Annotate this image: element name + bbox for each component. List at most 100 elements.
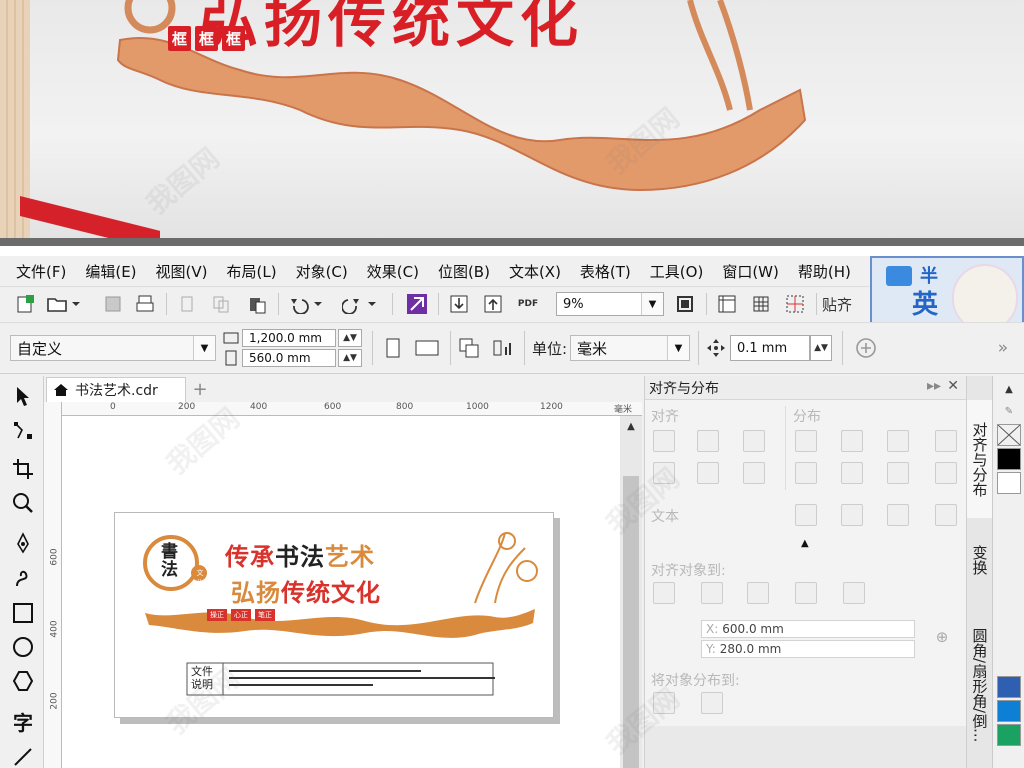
add-preset-icon[interactable] [852, 335, 880, 361]
nudge-distance-input[interactable]: 0.1 mm [730, 335, 810, 361]
menu-help[interactable]: 帮助(H) [798, 261, 851, 282]
menu-bitmaps[interactable]: 位图(B) [438, 261, 490, 282]
distribute-center-h-icon[interactable] [841, 430, 863, 452]
distribute-bottom-icon[interactable] [935, 462, 957, 484]
tab-fillet-scallop-chamfer[interactable]: 圆角/扇形角/倒... [967, 602, 993, 768]
shape-tool-icon[interactable] [8, 416, 38, 446]
menu-edit[interactable]: 编辑(E) [85, 261, 136, 282]
align-to-page-center-icon[interactable] [747, 582, 769, 604]
all-pages-icon[interactable] [456, 335, 482, 361]
align-center-h-icon[interactable] [697, 430, 719, 452]
color-swatch-black[interactable] [997, 448, 1021, 470]
tab-transform[interactable]: 变换 [967, 526, 993, 594]
distribute-spacing-h-icon[interactable] [887, 430, 909, 452]
current-page-icon[interactable] [490, 335, 516, 361]
document-tab[interactable]: 书法艺术.cdr [46, 377, 186, 402]
align-to-point-icon[interactable] [843, 582, 865, 604]
landscape-icon[interactable] [412, 335, 442, 361]
palette-scroll-up-icon[interactable]: ▲ [1001, 382, 1017, 396]
portrait-icon[interactable] [382, 335, 404, 361]
align-to-page-edge-icon[interactable] [701, 582, 723, 604]
target-icon[interactable]: ⊕ [931, 626, 953, 648]
color-swatch-green[interactable] [997, 724, 1021, 746]
menu-view[interactable]: 视图(V) [156, 261, 208, 282]
menu-file[interactable]: 文件(F) [16, 261, 66, 282]
distribute-center-v-icon[interactable] [841, 462, 863, 484]
height-spinner[interactable]: ▲▼ [338, 349, 362, 367]
collapse-icon[interactable]: ▸▸ [927, 378, 941, 394]
expand-section-icon[interactable]: ▲ [801, 538, 809, 549]
align-left-icon[interactable] [653, 430, 675, 452]
import-icon[interactable] [404, 291, 430, 317]
menu-layout[interactable]: 布局(L) [227, 261, 277, 282]
menu-window[interactable]: 窗口(W) [722, 261, 779, 282]
page-size-dropdown[interactable]: 自定义 ▼ [10, 335, 216, 361]
horizontal-ruler[interactable]: 0 200 400 600 800 1000 1200 毫米 [62, 402, 642, 416]
menu-effects[interactable]: 效果(C) [367, 261, 419, 282]
publish-pdf-icon[interactable]: PDF [514, 291, 542, 317]
undo-icon[interactable] [286, 291, 326, 317]
menu-table[interactable]: 表格(T) [580, 261, 631, 282]
align-to-grid-icon[interactable] [795, 582, 817, 604]
drawing-canvas[interactable]: 書 法 文化 传承书法艺术 弘扬传统文化 操正 心正 笔正 文件 说明 [62, 416, 620, 768]
ellipse-tool-icon[interactable] [8, 632, 38, 662]
line-tool-icon[interactable] [8, 742, 38, 768]
text-baseline-icon[interactable] [795, 504, 817, 526]
new-tab-icon[interactable]: + [190, 378, 210, 400]
distribute-left-icon[interactable] [795, 430, 817, 452]
print-icon[interactable] [132, 291, 158, 317]
vertical-scrollbar[interactable]: ▲ [620, 416, 642, 768]
menu-text[interactable]: 文本(X) [509, 261, 561, 282]
page-width-input[interactable]: 1,200.0 mm [242, 329, 336, 347]
page-height-input[interactable]: 560.0 mm [242, 349, 336, 367]
units-dropdown[interactable]: 毫米 ▼ [570, 335, 690, 361]
pick-tool-icon[interactable] [8, 382, 38, 412]
chevron-down-icon[interactable]: ▼ [193, 336, 215, 360]
show-grid-icon[interactable] [748, 291, 774, 317]
zoom-level-dropdown[interactable]: 9% ▼ [556, 292, 664, 316]
text-align-icon[interactable] [935, 504, 957, 526]
full-screen-icon[interactable] [672, 291, 698, 317]
paste-icon[interactable] [244, 291, 270, 317]
menu-object[interactable]: 对象(C) [296, 261, 348, 282]
save-icon[interactable] [100, 291, 126, 317]
align-top-icon[interactable] [653, 462, 675, 484]
scroll-up-icon[interactable]: ▲ [623, 418, 639, 434]
scrollbar-thumb[interactable] [623, 476, 639, 768]
snap-to-button[interactable]: 贴齐 [822, 291, 868, 317]
freehand-tool-icon[interactable] [8, 528, 38, 558]
eyedropper-icon[interactable]: ✎ [1001, 404, 1017, 418]
cut-icon[interactable] [174, 291, 200, 317]
distribute-to-selection-icon[interactable] [653, 692, 675, 714]
color-swatch-blue[interactable] [997, 676, 1021, 698]
color-swatch-light-blue[interactable] [997, 700, 1021, 722]
distribute-right-icon[interactable] [935, 430, 957, 452]
more-options-icon[interactable]: » [990, 337, 1016, 359]
no-color-swatch[interactable] [997, 424, 1021, 446]
align-right-icon[interactable] [743, 430, 765, 452]
open-document-icon[interactable] [44, 291, 84, 317]
new-document-icon[interactable] [12, 291, 38, 317]
export-down-icon[interactable] [446, 291, 472, 317]
text-line-icon[interactable] [841, 504, 863, 526]
rectangle-tool-icon[interactable] [8, 598, 38, 628]
color-swatch-white[interactable] [997, 472, 1021, 494]
polygon-tool-icon[interactable] [8, 666, 38, 696]
text-tool-icon[interactable]: 字 [8, 706, 38, 736]
copy-icon[interactable] [208, 291, 234, 317]
crop-tool-icon[interactable] [8, 454, 38, 484]
align-y-input[interactable]: Y: 280.0 mm [701, 640, 915, 658]
align-bottom-icon[interactable] [743, 462, 765, 484]
zoom-tool-icon[interactable] [8, 488, 38, 518]
artistic-media-tool-icon[interactable] [8, 564, 38, 594]
close-icon[interactable]: ✕ [947, 378, 959, 394]
align-x-input[interactable]: X: 600.0 mm [701, 620, 915, 638]
distribute-to-page-icon[interactable] [701, 692, 723, 714]
tab-align-distribute[interactable]: 对齐与分布 [967, 400, 993, 518]
text-bbox-icon[interactable] [887, 504, 909, 526]
show-guidelines-icon[interactable] [782, 291, 808, 317]
show-rulers-icon[interactable] [714, 291, 740, 317]
chevron-down-icon[interactable]: ▼ [667, 336, 689, 360]
align-to-active-icon[interactable] [653, 582, 675, 604]
chevron-down-icon[interactable]: ▼ [641, 293, 663, 315]
